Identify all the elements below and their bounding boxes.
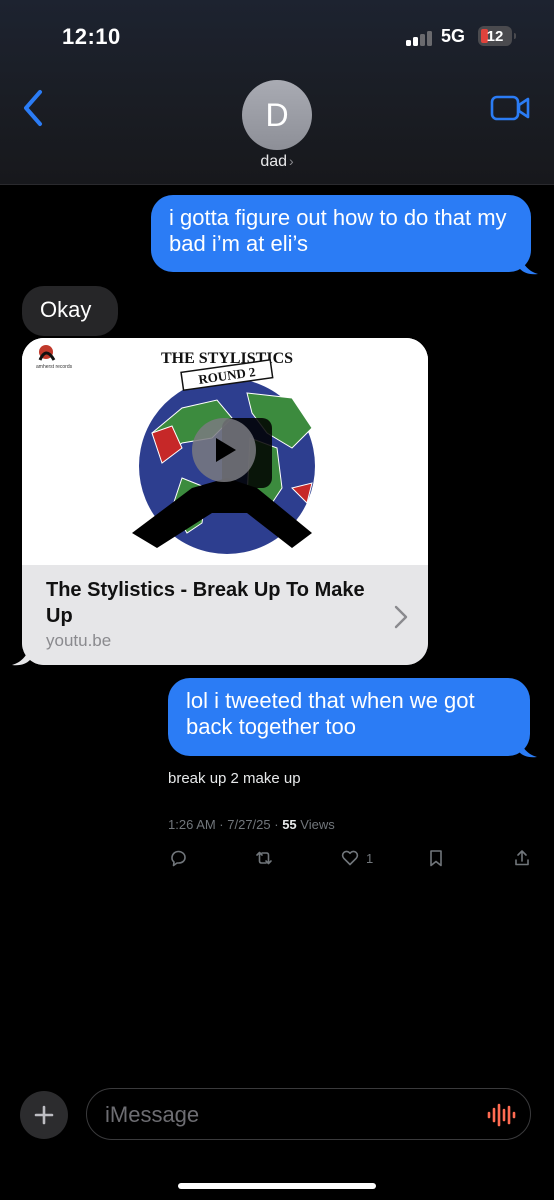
outgoing-message[interactable]: i gotta figure out how to do that my bad… (151, 195, 531, 272)
chevron-right-icon: › (289, 153, 294, 169)
heart-icon (341, 850, 359, 866)
tweet-text: break up 2 make up (168, 770, 301, 787)
audio-waveform-icon[interactable] (486, 1102, 516, 1128)
link-title: The Stylistics - Break Up To Make Up (46, 579, 365, 627)
chevron-right-icon (394, 605, 408, 629)
share-icon (515, 850, 529, 866)
bookmark-icon (430, 850, 442, 867)
battery-percentage: 12 (486, 27, 504, 45)
imessage-input[interactable]: iMessage (86, 1088, 531, 1140)
avatar[interactable]: D (242, 80, 312, 150)
chevron-left-icon[interactable] (20, 88, 48, 128)
bubble-tail (519, 740, 537, 758)
like-count: 1 (366, 850, 374, 866)
signal-bars-icon (406, 30, 434, 46)
link-domain: youtu.be (46, 631, 112, 650)
play-icon[interactable] (192, 418, 256, 482)
tweet-views-count: 55 (282, 817, 297, 832)
video-camera-icon[interactable] (490, 94, 530, 122)
contact-name-row[interactable]: dad › (0, 153, 554, 171)
bubble-tail (12, 648, 30, 666)
bubble-tail (520, 257, 538, 275)
share-button[interactable] (512, 846, 532, 870)
link-preview-card[interactable]: amherst records THE STYLISTICS ROUND 2 T… (22, 338, 428, 665)
reply-button[interactable] (168, 846, 188, 870)
like-button[interactable]: 1 (340, 846, 373, 870)
label-text: amherst records (36, 364, 73, 370)
tweet-date: 1:26 AM · 7/27/25 · (168, 817, 283, 832)
network-type: 5G (441, 26, 466, 46)
message-text: Okay (40, 297, 92, 322)
bookmark-button[interactable] (426, 846, 446, 870)
message-text: lol i tweeted that when we got back toge… (186, 688, 475, 739)
album-cover-image: amherst records THE STYLISTICS ROUND 2 (22, 338, 428, 565)
tweet-actions: 1 (168, 846, 534, 872)
reply-icon (171, 850, 186, 867)
retweet-button[interactable] (254, 846, 274, 870)
tweet-meta: 1:26 AM · 7/27/25 · 55 Views (168, 817, 335, 832)
incoming-message[interactable]: Okay (22, 286, 118, 336)
album-artwork: amherst records THE STYLISTICS ROUND 2 (22, 338, 428, 565)
battery-indicator: 12 (478, 26, 516, 46)
album-title: THE STYLISTICS (161, 350, 293, 367)
outgoing-message[interactable]: lol i tweeted that when we got back toge… (168, 678, 530, 756)
plus-button[interactable] (20, 1091, 68, 1139)
plus-icon (34, 1105, 54, 1125)
tweet-views-label: Views (296, 817, 335, 832)
contact-name: dad (260, 153, 288, 170)
status-time: 12:10 (62, 24, 121, 49)
home-indicator[interactable] (178, 1183, 376, 1189)
link-metadata: The Stylistics - Break Up To Make Up you… (22, 565, 428, 665)
conversation-header: 12:10 5G 12 D dad › (0, 0, 554, 185)
message-text: i gotta figure out how to do that my bad… (169, 205, 507, 256)
input-placeholder: iMessage (105, 1102, 200, 1127)
retweet-icon (256, 851, 272, 865)
